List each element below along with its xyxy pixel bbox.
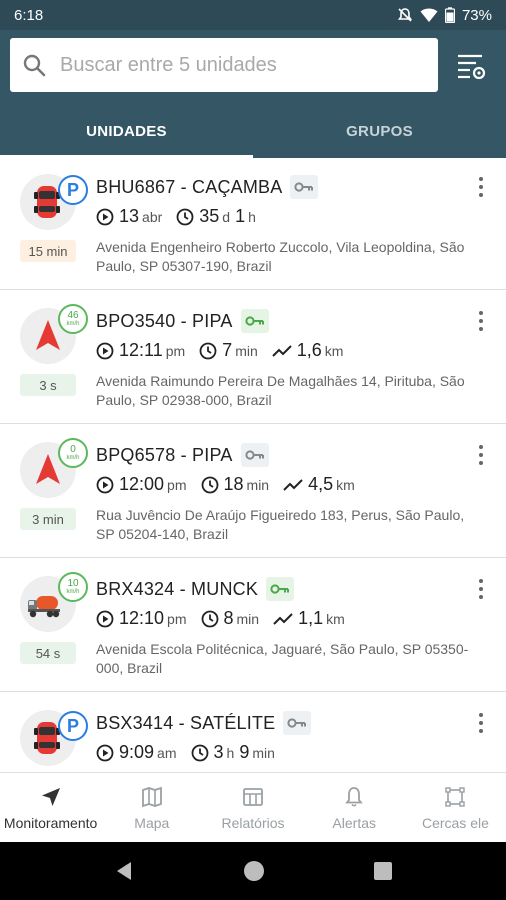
search-icon <box>23 54 46 77</box>
last-update-chip: 54 s <box>20 642 76 664</box>
duration-stat: 35 d 1h <box>176 206 256 227</box>
unit-name: BRX4324 - MUNCK <box>96 578 259 599</box>
wifi-icon <box>420 8 438 22</box>
unit-address: Avenida Raimundo Pereira De Magalhães 14… <box>96 373 465 408</box>
last-update-chip: 15 min <box>20 240 76 262</box>
map-icon <box>141 786 162 807</box>
unit-card[interactable]: 46 km/h 3 s BPO3540 - PIPA 12:11 pm 7 min 1… <box>0 292 506 424</box>
distance-stat: 1,1 km <box>273 608 345 629</box>
start-time-stat: 9:09 am <box>96 742 177 763</box>
start-time-stat: 12:11 pm <box>96 340 185 361</box>
tab-unidades[interactable]: UNIDADES <box>0 104 253 158</box>
system-navigation-bar <box>0 842 506 900</box>
play-circle-icon <box>96 476 114 493</box>
duration-stat: 8 min <box>201 608 259 629</box>
status-time: 6:18 <box>14 6 44 24</box>
unit-card[interactable]: P BSX3414 - SATÉLITE 9:09 am 3h 9 min <box>0 694 506 772</box>
play-circle-icon <box>96 342 114 359</box>
more-options-button[interactable] <box>470 711 492 735</box>
more-options-button[interactable] <box>470 443 492 467</box>
duration-stat: 3h 9 min <box>191 742 275 763</box>
nav-alertas[interactable]: Alertas <box>304 773 405 842</box>
ignition-key-on <box>240 309 269 333</box>
unit-name: BPO3540 - PIPA <box>96 310 233 331</box>
bottom-navigation: Monitoramento Mapa Relatórios Alertas Ce… <box>0 772 506 842</box>
clock-icon <box>201 610 218 627</box>
unit-name: BHU6867 - CAÇAMBA <box>96 176 283 197</box>
mute-bell-icon <box>397 8 413 22</box>
tab-bar: UNIDADES GRUPOS <box>0 104 506 158</box>
play-circle-icon <box>96 208 114 225</box>
unit-card[interactable]: 10 km/h 54 s BRX4324 - MUNCK 12:10 pm 8 min… <box>0 560 506 692</box>
ignition-key-off <box>283 711 312 735</box>
speed-badge: 10 km/h <box>58 572 88 602</box>
nav-mapa[interactable]: Mapa <box>101 773 202 842</box>
filter-settings-icon <box>458 54 486 80</box>
ignition-key-off <box>290 175 319 199</box>
duration-stat: 7 min <box>199 340 258 361</box>
key-icon <box>294 182 314 192</box>
start-time-stat: 13 abr <box>96 206 162 227</box>
key-icon <box>270 584 290 594</box>
play-circle-icon <box>96 744 114 761</box>
nav-relatorios[interactable]: Relatórios <box>202 773 303 842</box>
clock-icon <box>201 476 218 493</box>
search-bar[interactable] <box>10 38 438 92</box>
unit-name: BPQ6578 - PIPA <box>96 444 233 465</box>
unit-address: Avenida Escola Politécnica, Jaguaré, São… <box>96 641 469 676</box>
unit-name: BSX3414 - SATÉLITE <box>96 712 276 733</box>
fence-icon <box>445 786 466 807</box>
ignition-key-on <box>266 577 295 601</box>
start-time-stat: 12:00 pm <box>96 474 187 495</box>
unit-address: Avenida Engenheiro Roberto Zuccolo, Vila… <box>96 239 465 274</box>
battery-icon <box>444 7 455 23</box>
trend-icon <box>283 478 303 491</box>
unit-card[interactable]: P 15 min BHU6867 - CAÇAMBA 13 abr 35 d 1h … <box>0 158 506 290</box>
more-options-button[interactable] <box>470 309 492 333</box>
clock-icon <box>199 342 217 359</box>
last-update-chip: 3 s <box>20 374 76 396</box>
app-header: UNIDADES GRUPOS <box>0 30 506 158</box>
battery-percent: 73% <box>461 6 492 24</box>
key-icon <box>244 450 264 460</box>
nav-monitoramento[interactable]: Monitoramento <box>0 773 101 842</box>
distance-stat: 4,5 km <box>283 474 355 495</box>
bell-icon <box>345 786 364 807</box>
filter-settings-button[interactable] <box>450 46 494 86</box>
start-time-stat: 12:10 pm <box>96 608 187 629</box>
unit-card[interactable]: 0 km/h 3 min BPQ6578 - PIPA 12:00 pm 18 min… <box>0 426 506 558</box>
unit-list[interactable]: P 15 min BHU6867 - CAÇAMBA 13 abr 35 d 1h … <box>0 158 506 772</box>
trend-icon <box>273 612 293 625</box>
speed-badge: 46 km/h <box>58 304 88 334</box>
clock-icon <box>191 744 208 761</box>
search-input[interactable] <box>60 53 420 77</box>
last-update-chip: 3 min <box>20 508 76 530</box>
status-bar: 6:18 73% <box>0 0 506 30</box>
parked-badge: P <box>58 711 88 741</box>
key-icon <box>287 718 307 728</box>
report-icon <box>243 787 263 806</box>
clock-icon <box>176 208 194 225</box>
nav-cercas[interactable]: Cercas ele <box>405 773 506 842</box>
key-icon <box>244 316 264 326</box>
duration-stat: 18 min <box>201 474 269 495</box>
distance-stat: 1,6 km <box>272 340 343 361</box>
trend-icon <box>272 344 292 357</box>
recents-icon[interactable] <box>373 861 393 881</box>
play-circle-icon <box>96 610 114 627</box>
parked-badge: P <box>58 175 88 205</box>
ignition-key-off <box>240 443 269 467</box>
navigation-arrow-icon <box>41 787 60 806</box>
tab-grupos[interactable]: GRUPOS <box>253 104 506 158</box>
more-options-button[interactable] <box>470 175 492 199</box>
speed-badge: 0 km/h <box>58 438 88 468</box>
home-icon[interactable] <box>242 859 266 883</box>
back-icon[interactable] <box>113 860 135 882</box>
unit-address: Rua Juvêncio De Araújo Figueiredo 183, P… <box>96 507 465 542</box>
more-options-button[interactable] <box>470 577 492 601</box>
